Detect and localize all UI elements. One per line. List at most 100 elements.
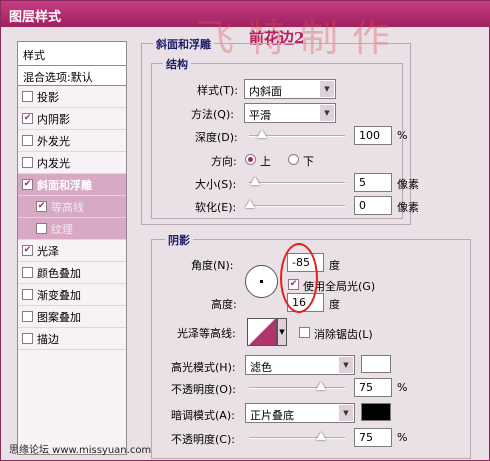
style-item-label: 光泽 (37, 244, 59, 258)
structure-title: 结构 (163, 56, 191, 72)
style-select-value: 内斜面 (249, 85, 282, 98)
direction-up-radio[interactable] (245, 154, 256, 165)
direction-down-radio[interactable] (288, 154, 299, 165)
shadow-opacity-slider[interactable] (249, 432, 345, 440)
style-list-header[interactable]: 样式 (18, 42, 126, 66)
style-item-label: 外发光 (37, 134, 70, 148)
shading-title: 阴影 (165, 232, 193, 248)
technique-label: 方法(Q): (191, 108, 234, 121)
soften-label: 软化(E): (195, 201, 237, 214)
checkbox[interactable]: ✔ (36, 201, 47, 212)
soften-slider[interactable] (245, 200, 345, 208)
style-item-gradient-overlay[interactable]: 渐变叠加 (18, 284, 126, 306)
slider-thumb[interactable] (257, 130, 267, 138)
style-item-label: 颜色叠加 (37, 266, 81, 280)
footer-watermark: 思缘论坛 www.missyuan.com (9, 445, 152, 456)
anti-aliased-label: 消除锯齿(L) (314, 328, 373, 341)
size-label: 大小(S): (195, 178, 237, 191)
anti-aliased-checkbox[interactable] (299, 327, 310, 338)
style-item-bevel-emboss[interactable]: ✔ 斜面和浮雕 (18, 174, 126, 196)
slider-thumb[interactable] (316, 432, 326, 440)
bevel-title: 斜面和浮雕 (153, 36, 214, 52)
angle-dial[interactable] (245, 265, 278, 298)
style-item-satin[interactable]: ✔ 光泽 (18, 240, 126, 262)
direction-up-label: 上 (260, 155, 271, 168)
checkbox[interactable] (22, 135, 33, 146)
checkbox[interactable]: ✔ (22, 245, 33, 256)
style-item-label: 投影 (37, 90, 59, 104)
technique-select[interactable]: 平滑 ▼ (244, 103, 336, 123)
style-item-label: 纹理 (51, 222, 73, 236)
layer-style-dialog: 图层样式 飞特制作 前花边2 样式 混合选项:默认 投影 ✔ 内阴影 外发光 内发… (0, 0, 490, 461)
style-select[interactable]: 内斜面 ▼ (244, 79, 336, 99)
style-item-pattern-overlay[interactable]: 图案叠加 (18, 306, 126, 328)
altitude-unit: 度 (329, 298, 340, 311)
size-input[interactable]: 5 (354, 173, 392, 192)
style-item-label: 内发光 (37, 156, 70, 170)
checkbox[interactable] (22, 333, 33, 344)
style-item-inner-shadow[interactable]: ✔ 内阴影 (18, 108, 126, 130)
highlight-opacity-unit: % (397, 381, 408, 394)
shadow-opacity-label: 不透明度(C): (171, 433, 235, 446)
checkbox[interactable] (22, 289, 33, 300)
direction-label: 方向: (211, 155, 237, 168)
checkbox[interactable] (22, 157, 33, 168)
angle-unit: 度 (329, 259, 340, 272)
style-item-label: 等高线 (51, 200, 84, 214)
chevron-down-icon: ▼ (339, 405, 353, 421)
shadow-mode-label: 暗调模式(A): (171, 409, 235, 422)
blend-options-item[interactable]: 混合选项:默认 (18, 66, 126, 86)
slider-thumb[interactable] (250, 177, 260, 185)
style-item-label: 图案叠加 (37, 310, 81, 324)
highlight-mode-value: 滤色 (250, 361, 272, 374)
depth-input[interactable]: 100 (354, 126, 392, 145)
depth-slider[interactable] (249, 130, 345, 138)
gloss-contour-preview[interactable] (247, 318, 277, 346)
style-item-label: 渐变叠加 (37, 288, 81, 302)
direction-down-label: 下 (303, 155, 314, 168)
soften-input[interactable]: 0 (354, 196, 392, 215)
style-item-drop-shadow[interactable]: 投影 (18, 86, 126, 108)
altitude-label: 高度: (211, 298, 237, 311)
style-list: 样式 混合选项:默认 投影 ✔ 内阴影 外发光 内发光 ✔ 斜面和浮雕 ✔ 等高线 纹… (17, 41, 127, 455)
highlight-opacity-input[interactable]: 75 (354, 378, 392, 397)
shadow-color-swatch[interactable] (361, 403, 391, 421)
highlight-opacity-slider[interactable] (249, 382, 345, 390)
checkbox[interactable] (22, 311, 33, 322)
size-unit: 像素 (397, 178, 419, 191)
style-item-outer-glow[interactable]: 外发光 (18, 130, 126, 152)
style-item-contour[interactable]: ✔ 等高线 (18, 196, 126, 218)
highlight-mode-select[interactable]: 滤色 ▼ (245, 355, 355, 375)
style-label: 样式(T): (197, 84, 239, 97)
technique-select-value: 平滑 (249, 109, 271, 122)
slider-thumb[interactable] (245, 200, 255, 208)
checkbox[interactable] (22, 91, 33, 102)
slider-thumb[interactable] (316, 382, 326, 390)
style-item-color-overlay[interactable]: 颜色叠加 (18, 262, 126, 284)
size-slider[interactable] (249, 177, 345, 185)
shadow-mode-select[interactable]: 正片叠底 ▼ (245, 403, 355, 423)
chevron-down-icon: ▼ (339, 357, 353, 373)
highlight-color-swatch[interactable] (361, 355, 391, 373)
depth-unit: % (397, 129, 408, 142)
checkbox[interactable]: ✔ (22, 179, 33, 190)
style-item-texture[interactable]: 纹理 (18, 218, 126, 240)
highlight-opacity-label: 不透明度(O): (171, 383, 236, 396)
depth-label: 深度(D): (195, 131, 238, 144)
chevron-down-icon: ▼ (320, 105, 334, 121)
gloss-contour-dropdown[interactable]: ▼ (277, 318, 287, 346)
checkbox[interactable] (36, 223, 47, 234)
soften-unit: 像素 (397, 201, 419, 214)
angle-label: 角度(N): (191, 259, 234, 272)
checkbox[interactable]: ✔ (22, 113, 33, 124)
style-item-label: 内阴影 (37, 112, 70, 126)
style-item-label: 描边 (37, 332, 59, 346)
style-item-inner-glow[interactable]: 内发光 (18, 152, 126, 174)
shadow-opacity-unit: % (397, 431, 408, 444)
shadow-opacity-input[interactable]: 75 (354, 428, 392, 447)
shadow-mode-value: 正片叠底 (250, 409, 294, 422)
checkbox[interactable] (22, 267, 33, 278)
style-item-label: 斜面和浮雕 (37, 178, 92, 192)
chevron-down-icon: ▼ (279, 328, 285, 336)
style-item-stroke[interactable]: 描边 (18, 328, 126, 350)
